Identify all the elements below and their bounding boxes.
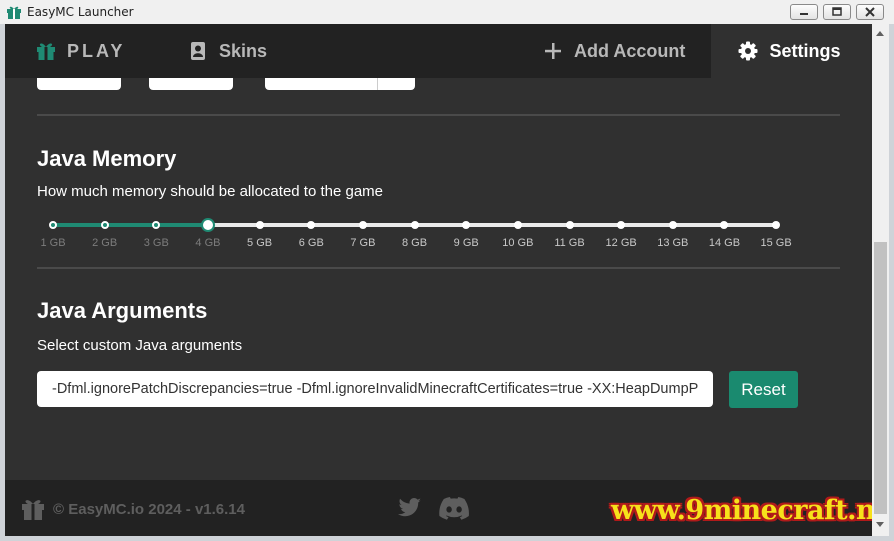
slider-tick-label: 3 GB [143, 237, 169, 249]
slider-tick-label: 6 GB [298, 237, 324, 249]
slider-tick[interactable] [720, 221, 729, 229]
slider-tick[interactable] [255, 221, 264, 229]
slider-tick[interactable] [410, 221, 419, 229]
slider-handle[interactable] [200, 218, 215, 232]
gear-icon [738, 41, 758, 61]
slider-tick-label: 9 GB [453, 237, 479, 249]
scrolled-select[interactable] [265, 78, 415, 90]
slider-tick[interactable] [617, 221, 626, 229]
gift-icon [36, 41, 56, 61]
scroll-up-icon[interactable] [876, 31, 884, 36]
slider-tick-label: 15 GB [760, 237, 792, 249]
footer: © EasyMC.io 2024 - v1.6.14 www.9minecraf… [5, 480, 872, 536]
maximize-button[interactable] [823, 4, 851, 20]
nav-add-account-label: Add Account [574, 40, 686, 61]
scrolled-control[interactable] [37, 78, 121, 90]
slider-tick[interactable] [462, 221, 471, 229]
section-divider [37, 114, 840, 116]
scrolled-control[interactable] [149, 78, 233, 90]
window-titlebar: EasyMC Launcher [0, 0, 894, 25]
window-title: EasyMC Launcher [27, 5, 134, 19]
nav-skins[interactable]: Skins [188, 24, 267, 78]
skin-icon [188, 41, 208, 61]
close-icon [857, 5, 883, 19]
slider-tick[interactable] [513, 221, 522, 229]
vertical-scrollbar[interactable] [872, 24, 889, 536]
memory-subtitle: How much memory should be allocated to t… [37, 183, 384, 200]
reset-button[interactable]: Reset [729, 371, 798, 408]
minimize-button[interactable] [790, 4, 818, 20]
slider-tick[interactable] [358, 221, 367, 229]
minimize-icon [791, 5, 817, 19]
slider-tick-label: 12 GB [605, 237, 637, 249]
slider-tick-label: 10 GB [502, 237, 534, 249]
slider-tick-label: 2 GB [92, 237, 118, 249]
slider-tick-label: 11 GB [554, 237, 585, 249]
top-nav: PLAY Skins Add Account Settings [5, 24, 872, 78]
slider-tick-label: 13 GB [657, 237, 689, 249]
arguments-title: Java Arguments [37, 298, 208, 323]
nav-settings-label: Settings [769, 40, 841, 61]
close-button[interactable] [856, 4, 884, 20]
slider-tick-label: 1 GB [40, 237, 66, 249]
watermark: www.9minecraft.net [611, 495, 872, 526]
slider-tick[interactable] [100, 221, 109, 229]
gift-icon [21, 497, 45, 521]
section-divider [37, 267, 840, 269]
scroll-down-icon[interactable] [876, 522, 884, 527]
slider-tick[interactable] [772, 221, 781, 229]
gift-icon [6, 4, 22, 20]
memory-slider[interactable]: 1 GB 2 GB 3 GB 4 GB 5 GB 6 GB 7 GB 8 GB 9 GB 10 G… [40, 213, 801, 253]
nav-skins-label: Skins [219, 40, 268, 61]
arguments-subtitle: Select custom Java arguments [37, 337, 243, 354]
select-divider [377, 78, 378, 90]
scrollbar-thumb[interactable] [874, 242, 887, 514]
slider-tick-label: 4 GB [195, 237, 221, 249]
nav-settings[interactable]: Settings [711, 24, 872, 78]
window-frame [889, 24, 894, 541]
slider-tick-label: 14 GB [708, 237, 741, 249]
launcher-window: PLAY Skins Add Account Settings Java Mem… [5, 24, 872, 536]
memory-title: Java Memory [37, 146, 177, 171]
slider-tick[interactable] [668, 221, 677, 229]
slider-tick-label: 8 GB [402, 237, 428, 249]
plus-icon [543, 41, 563, 61]
slider-tick[interactable] [307, 221, 316, 229]
slider-tick[interactable] [565, 221, 574, 229]
nav-play[interactable]: PLAY [36, 24, 125, 78]
slider-fill [53, 223, 208, 227]
slider-tick-label: 7 GB [350, 237, 376, 249]
twitter-icon[interactable] [398, 498, 422, 518]
discord-icon[interactable] [439, 497, 469, 520]
window-frame [0, 536, 894, 541]
slider-tick-label: 5 GB [247, 237, 273, 249]
slider-tick[interactable] [49, 221, 57, 229]
java-arguments-input[interactable] [37, 371, 713, 407]
slider-tick[interactable] [152, 221, 161, 229]
restore-icon [824, 5, 850, 19]
copyright-text: © EasyMC.io 2024 - v1.6.14 [53, 501, 245, 518]
nav-play-label: PLAY [67, 40, 126, 61]
nav-add-account[interactable]: Add Account [543, 24, 685, 78]
